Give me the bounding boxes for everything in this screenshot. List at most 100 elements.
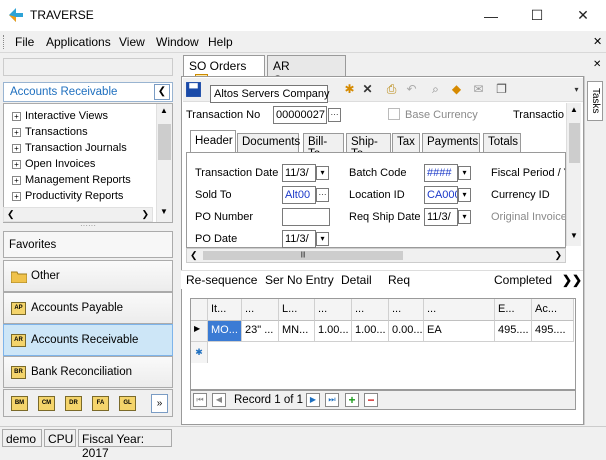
tree-item-transactions[interactable]: + Transactions: [12, 126, 88, 138]
gl-icon[interactable]: GL: [119, 396, 136, 411]
bm-icon[interactable]: BM: [11, 396, 28, 411]
grid-header[interactable]: It...: [208, 299, 242, 321]
transaction-date-field[interactable]: 11/3/: [282, 164, 316, 182]
grid-cell[interactable]: MN...: [279, 321, 315, 342]
form-hscrollbar[interactable]: ❮ ||| ❯: [186, 248, 566, 263]
collapse-nav-button[interactable]: ❮: [154, 84, 170, 100]
remove-record-icon[interactable]: −: [364, 393, 378, 407]
minimize-button[interactable]: —: [468, 0, 514, 31]
grid-header[interactable]: Ac...: [532, 299, 574, 321]
more-actions-icon[interactable]: ❯❯: [562, 273, 582, 287]
fav-other[interactable]: Other: [3, 260, 173, 292]
menu-view[interactable]: View: [119, 35, 145, 49]
batch-code-dropdown-icon[interactable]: ▾: [458, 166, 471, 180]
close-button[interactable]: ✕: [560, 0, 606, 31]
tab-ship-to[interactable]: Ship-To: [346, 133, 391, 160]
grid-cell[interactable]: 495....: [495, 321, 532, 342]
menu-help[interactable]: Help: [208, 35, 233, 49]
last-record-icon[interactable]: ⏭: [325, 393, 339, 407]
tab-ar-customers[interactable]: AR Customers: [267, 55, 346, 87]
po-date-field[interactable]: 11/3/: [282, 230, 316, 248]
req-ship-date-dropdown-icon[interactable]: ▾: [458, 210, 471, 224]
grid-cell[interactable]: 23" ...: [242, 321, 279, 342]
toolbar-overflow-icon[interactable]: ▾: [568, 81, 585, 98]
grid-header[interactable]: ...: [424, 299, 495, 321]
po-number-field[interactable]: [282, 208, 330, 226]
tab-tax[interactable]: Tax: [392, 133, 420, 152]
delete-icon[interactable]: ✕: [359, 81, 376, 98]
doc-close-icon[interactable]: ✕: [593, 59, 601, 70]
tab-totals[interactable]: Totals: [483, 133, 521, 152]
prev-record-icon[interactable]: ◀: [212, 393, 226, 407]
first-record-icon[interactable]: ⏮: [193, 393, 207, 407]
grid-cell[interactable]: 495....: [532, 321, 574, 342]
tab-documents[interactable]: Documents: [237, 133, 300, 152]
transaction-date-dropdown-icon[interactable]: ▾: [316, 166, 329, 180]
preview-icon[interactable]: ⌕: [427, 81, 444, 98]
expand-chevron-icon[interactable]: »: [151, 394, 168, 413]
undo-icon[interactable]: ↶: [403, 81, 420, 98]
sold-to-lookup-icon[interactable]: ···: [316, 188, 329, 202]
base-currency-checkbox[interactable]: [388, 108, 400, 120]
tree-item-open-invoices[interactable]: + Open Invoices: [12, 158, 95, 170]
grid-cell[interactable]: EA: [424, 321, 495, 342]
next-record-icon[interactable]: ▶: [306, 393, 320, 407]
ser-no-entry-button[interactable]: Ser No Entry: [265, 273, 334, 287]
fav-accounts-payable[interactable]: AP Accounts Payable: [3, 292, 173, 324]
completed-button[interactable]: Completed: [494, 273, 552, 287]
cm-icon[interactable]: CM: [38, 396, 55, 411]
new-row-icon[interactable]: ✱: [191, 342, 208, 363]
mdi-close-icon[interactable]: ✕: [593, 35, 602, 48]
pane-splitter[interactable]: ······: [3, 222, 173, 230]
save-icon[interactable]: [185, 81, 202, 98]
row-selector-icon[interactable]: ▶: [191, 321, 208, 342]
grid-cell[interactable]: MO...: [208, 321, 242, 342]
tasks-button[interactable]: Tasks: [587, 81, 603, 121]
tab-header[interactable]: Header: [190, 130, 236, 153]
new-icon[interactable]: ✱: [341, 81, 358, 98]
menu-applications[interactable]: Applications: [46, 35, 111, 49]
grid-header[interactable]: ...: [352, 299, 389, 321]
tree-item-interactive-views[interactable]: + Interactive Views: [12, 110, 108, 122]
menu-window[interactable]: Window: [156, 35, 199, 49]
lookup-icon[interactable]: ◆: [448, 81, 465, 98]
tree-item-productivity-reports[interactable]: + Productivity Reports: [12, 190, 123, 202]
grid-header[interactable]: L...: [279, 299, 315, 321]
tab-so-orders[interactable]: SO Orders✕: [183, 55, 265, 88]
email-icon[interactable]: ✉: [470, 81, 487, 98]
grid-cell[interactable]: 1.00...: [315, 321, 352, 342]
grid-header[interactable]: ...: [389, 299, 424, 321]
batch-code-field[interactable]: ####: [424, 164, 458, 182]
tree-item-transaction-journals[interactable]: + Transaction Journals: [12, 142, 127, 154]
req-ship-date-field[interactable]: 11/3/: [424, 208, 458, 226]
tree-hscrollbar[interactable]: ❮ ❯: [3, 207, 153, 222]
add-record-icon[interactable]: +: [345, 393, 359, 407]
copy-icon[interactable]: ❐: [493, 81, 510, 98]
form-vscrollbar[interactable]: ▲ ▼: [566, 103, 581, 246]
transaction-no-field[interactable]: 00000027: [273, 106, 327, 124]
maximize-button[interactable]: ☐: [514, 0, 560, 31]
po-date-dropdown-icon[interactable]: ▾: [316, 232, 329, 246]
lookup-ellipsis-icon[interactable]: ···: [328, 108, 341, 122]
print-icon[interactable]: ⎙: [383, 81, 400, 98]
req-button[interactable]: Req: [388, 273, 410, 287]
location-id-field[interactable]: CA000: [424, 186, 458, 204]
fav-accounts-receivable[interactable]: AR Accounts Receivable: [3, 324, 173, 356]
grid-header[interactable]: E...: [495, 299, 532, 321]
sold-to-field[interactable]: Alt00: [282, 186, 316, 204]
tab-payments[interactable]: Payments: [422, 133, 480, 152]
detail-button[interactable]: Detail: [341, 273, 372, 287]
dr-icon[interactable]: DR: [65, 396, 82, 411]
tree-scrollbar[interactable]: ▲ ▼: [156, 104, 172, 222]
resequence-button[interactable]: Re-sequence: [186, 273, 257, 287]
menu-file[interactable]: File: [15, 35, 34, 49]
grid-cell[interactable]: 1.00...: [352, 321, 389, 342]
tree-item-management-reports[interactable]: + Management Reports: [12, 174, 131, 186]
grid-header[interactable]: ...: [242, 299, 279, 321]
fav-bank-reconciliation[interactable]: BR Bank Reconciliation: [3, 356, 173, 388]
grid-cell[interactable]: 0.00...: [389, 321, 424, 342]
tab-bill-to[interactable]: Bill-To: [303, 133, 344, 160]
fa-icon[interactable]: FA: [92, 396, 109, 411]
grid-header[interactable]: ...: [315, 299, 352, 321]
location-id-dropdown-icon[interactable]: ▾: [458, 188, 471, 202]
